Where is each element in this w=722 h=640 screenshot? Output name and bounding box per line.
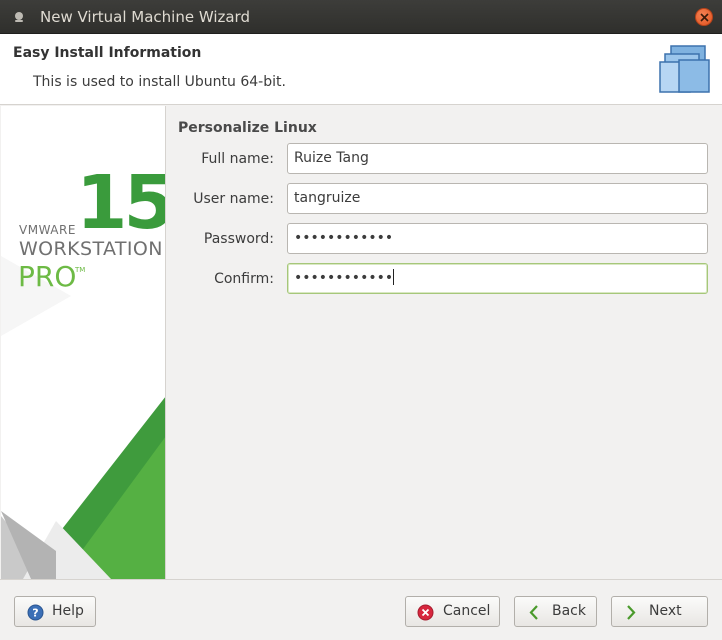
window-title: New Virtual Machine Wizard (40, 8, 250, 26)
full-name-label: Full name: (201, 151, 274, 167)
app-menu-icon[interactable] (13, 11, 25, 23)
full-name-field[interactable]: Ruize Tang (287, 143, 708, 174)
back-button[interactable]: Back (514, 596, 597, 627)
help-button[interactable]: ? Help (14, 596, 96, 627)
product-banner: 15 VMWARE WORKSTATION PRO TM (1, 106, 166, 579)
chevron-left-icon (527, 604, 541, 625)
title-bar: New Virtual Machine Wizard (0, 0, 722, 34)
cancel-icon (417, 604, 434, 625)
brand-vmware: VMWARE (19, 223, 76, 237)
close-icon[interactable] (695, 8, 713, 26)
password-value: •••••••••••• (294, 230, 394, 246)
user-name-label: User name: (193, 191, 274, 207)
brand-version: 15 (76, 160, 166, 246)
confirm-password-field[interactable]: •••••••••••• (287, 263, 708, 294)
cancel-label: Cancel (443, 603, 491, 619)
confirm-label: Confirm: (214, 271, 274, 287)
help-icon: ? (27, 604, 44, 625)
password-field[interactable]: •••••••••••• (287, 223, 708, 254)
svg-text:?: ? (32, 607, 38, 620)
next-label: Next (649, 603, 682, 619)
brand-trademark: TM (75, 266, 86, 274)
section-title: Personalize Linux (178, 120, 317, 136)
cancel-button[interactable]: Cancel (405, 596, 500, 627)
user-name-field[interactable]: tangruize (287, 183, 708, 214)
next-button[interactable]: Next (611, 596, 708, 627)
chevron-right-icon (624, 604, 638, 625)
user-name-value: tangruize (294, 190, 361, 206)
brand-pro: PRO (18, 260, 77, 293)
password-label: Password: (203, 231, 274, 247)
virtual-machines-icon (659, 44, 711, 100)
confirm-value: •••••••••••• (294, 270, 394, 286)
help-label: Help (52, 603, 84, 619)
wizard-header: Easy Install Information This is used to… (0, 34, 722, 105)
page-subtitle: This is used to install Ubuntu 64-bit. (33, 74, 286, 90)
full-name-value: Ruize Tang (294, 150, 369, 166)
page-title: Easy Install Information (13, 45, 202, 61)
back-label: Back (552, 603, 586, 619)
brand-workstation: WORKSTATION (19, 238, 163, 260)
text-cursor (393, 269, 395, 285)
wizard-footer: ? Help Cancel Back Next (0, 579, 722, 640)
